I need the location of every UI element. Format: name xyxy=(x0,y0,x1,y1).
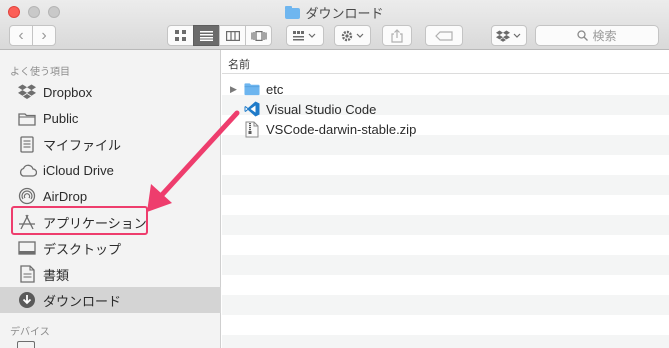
file-name: VSCode-darwin-stable.zip xyxy=(266,121,417,137)
window-title: ダウンロード xyxy=(0,3,669,22)
dropbox-icon xyxy=(496,30,521,42)
sidebar-item-label: ダウンロード xyxy=(43,293,122,309)
document-icon xyxy=(17,265,37,283)
dropbox-menu-button[interactable] xyxy=(491,25,527,46)
sidebar-item-icloud-drive[interactable]: iCloud Drive xyxy=(0,157,221,183)
icon-view-button[interactable] xyxy=(167,25,194,46)
sidebar-item-public[interactable]: Public xyxy=(0,105,221,131)
column-header-name[interactable]: 名前 xyxy=(222,50,669,74)
disclosure-triangle-icon[interactable]: ▶ xyxy=(230,84,244,95)
edit-tags-button[interactable] xyxy=(425,25,463,46)
list-item-etc[interactable]: ▶ etc xyxy=(222,79,669,99)
arrange-icon xyxy=(293,30,316,40)
arrange-button[interactable] xyxy=(286,25,324,46)
favorites-header: よく使う項目 xyxy=(10,67,70,78)
sidebar-item-applications[interactable]: アプリケーション xyxy=(0,209,221,235)
sidebar-item-label: マイファイル xyxy=(43,137,122,153)
downloads-folder-icon xyxy=(285,6,301,19)
cover-flow-icon xyxy=(250,30,267,41)
action-button[interactable] xyxy=(334,25,371,46)
sidebar-item-dropbox[interactable]: Dropbox xyxy=(0,79,221,105)
folder-icon xyxy=(17,109,37,127)
gear-icon xyxy=(341,30,363,41)
vscode-app-icon xyxy=(244,101,260,117)
sidebar-item-airdrop[interactable]: AirDrop xyxy=(0,183,221,209)
sidebar-item-label: AirDrop xyxy=(43,188,88,204)
zip-file-icon xyxy=(244,121,260,137)
desktop-icon xyxy=(17,239,37,257)
view-mode-selector xyxy=(167,25,272,46)
search-icon xyxy=(577,30,589,41)
sidebar-item-label: アプリケーション xyxy=(43,215,147,231)
search-placeholder: 検索 xyxy=(592,29,617,43)
list-item-vscode-zip[interactable]: VSCode-darwin-stable.zip xyxy=(222,119,669,139)
cloud-icon xyxy=(17,161,37,179)
window-title-text: ダウンロード xyxy=(305,6,384,21)
tag-icon xyxy=(435,30,453,41)
chevron-right-icon: › xyxy=(41,26,47,44)
sidebar-item-label: デスクトップ xyxy=(43,241,122,257)
sidebar-item-all-my-files[interactable]: マイファイル xyxy=(0,131,221,157)
sidebar-item-desktop[interactable]: デスクトップ xyxy=(0,235,221,261)
applications-icon xyxy=(17,213,37,231)
column-view-icon xyxy=(225,30,240,41)
search-field[interactable]: 検索 xyxy=(535,25,659,46)
gallery-view-button[interactable] xyxy=(245,25,272,46)
sidebar-item-label: Public xyxy=(43,110,79,126)
list-view-icon xyxy=(200,30,213,41)
chevron-left-icon: ‹ xyxy=(18,26,24,44)
sidebar-item-downloads[interactable]: ダウンロード xyxy=(0,287,221,313)
sidebar-item-label: 書類 xyxy=(43,267,70,283)
dropbox-icon xyxy=(17,83,37,101)
device-drive-icon xyxy=(17,341,35,348)
toolbar: ダウンロード ‹ › 検索 xyxy=(0,0,669,50)
share-button[interactable] xyxy=(382,25,412,46)
folder-icon xyxy=(244,81,260,97)
sidebar-item-label: Dropbox xyxy=(43,84,93,100)
sidebar-item-label: iCloud Drive xyxy=(43,162,114,178)
list-view-button[interactable] xyxy=(193,25,220,46)
sidebar: よく使う項目 Dropbox Public マイファイル iCloud Driv… xyxy=(0,50,221,348)
all-my-files-icon xyxy=(17,135,37,153)
share-icon xyxy=(391,28,403,43)
sidebar-item-documents[interactable]: 書類 xyxy=(0,261,221,287)
airdrop-icon xyxy=(17,187,37,205)
column-view-button[interactable] xyxy=(219,25,246,46)
icon-view-icon xyxy=(175,30,186,41)
file-name: etc xyxy=(266,81,284,97)
list-item-visual-studio-code[interactable]: Visual Studio Code xyxy=(222,99,669,119)
file-list: 名前 ▶ etc Visual Studio Code VSCode-darwi… xyxy=(222,50,669,348)
back-button[interactable]: ‹ xyxy=(9,25,33,46)
download-icon xyxy=(17,291,37,309)
devices-header: デバイス xyxy=(10,327,50,338)
file-name: Visual Studio Code xyxy=(266,101,377,117)
forward-button[interactable]: › xyxy=(32,25,56,46)
